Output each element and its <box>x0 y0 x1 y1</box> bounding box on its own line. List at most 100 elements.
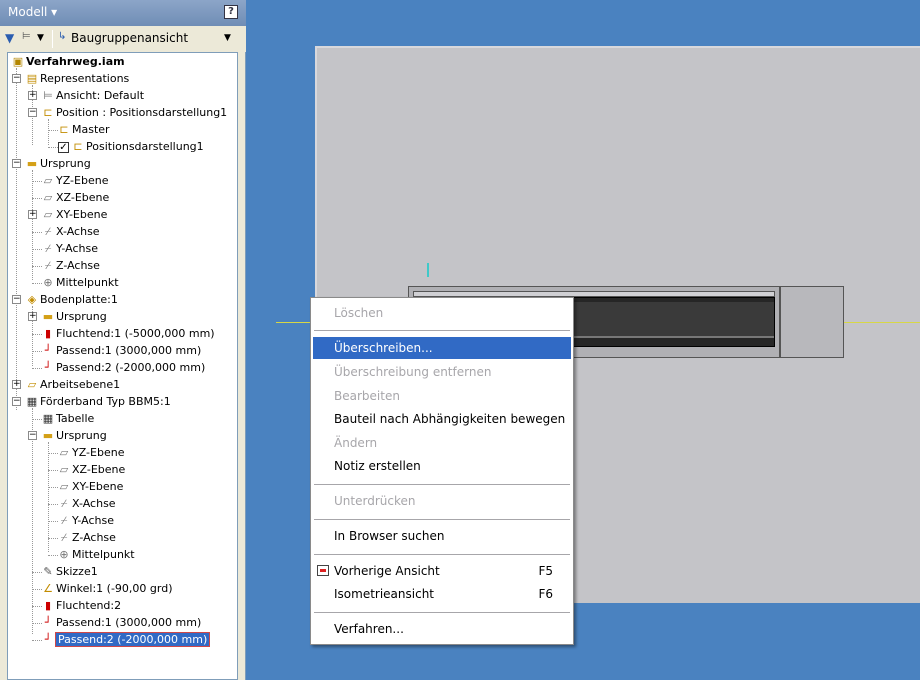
tree-item-ursprung[interactable]: ▬ Ursprung <box>40 427 107 444</box>
menu-item-notiz-erstellen[interactable]: Notiz erstellen <box>313 455 571 477</box>
conveyor-drive-housing[interactable] <box>780 286 844 358</box>
menu-separator <box>314 330 570 331</box>
work-axis-icon: ⌿ <box>60 497 68 510</box>
tree-item-tabelle[interactable]: ▦ Tabelle <box>40 410 94 427</box>
shortcut-label: F5 <box>538 564 553 578</box>
tree-item-fluchtend[interactable]: ▮ Fluchtend:1 (-5000,000 mm) <box>40 325 215 342</box>
position-rep-icon: ⊏ <box>73 140 83 153</box>
tree-line <box>32 170 33 280</box>
tree-item-passend[interactable]: ┘ Passend:1 (3000,000 mm) <box>40 614 202 631</box>
expand-toggle[interactable]: + <box>28 91 37 100</box>
tree-item-skizze1[interactable]: ✎ Skizze1 <box>40 563 97 580</box>
menu-item-bauteil-bewegen[interactable]: Bauteil nach Abhängigkeiten bewegen <box>313 408 571 430</box>
work-point-icon: ⊕ <box>43 276 53 289</box>
menu-item-aendern[interactable]: Ändern <box>313 432 571 454</box>
tree-item-ursprung[interactable]: ▬ Ursprung <box>24 155 91 172</box>
previous-view-icon <box>317 565 329 576</box>
tree-item-y-achse[interactable]: ⌿ Y-Achse <box>56 512 114 529</box>
menu-item-vorherige-ansicht[interactable]: Vorherige Ansicht F5 <box>313 560 571 582</box>
menu-item-ueberschreibung-entfernen[interactable]: Überschreibung entfernen <box>313 361 571 383</box>
menu-item-ueberschreiben[interactable]: Überschreiben... <box>313 337 571 359</box>
tree-line <box>32 408 33 634</box>
tree-item-mittelpunkt[interactable]: ⊕ Mittelpunkt <box>56 546 134 563</box>
work-plane-icon: ▱ <box>59 463 69 476</box>
work-plane-icon: ▱ <box>59 480 69 493</box>
collapse-toggle[interactable]: − <box>12 159 21 168</box>
browser-toolbar: ▼ ⊨ ▼ ↳ Baugruppenansicht ▼ <box>0 26 246 52</box>
panel-title[interactable]: Modell ▾ <box>8 5 57 19</box>
tree-item-bodenplatte[interactable]: ◈ Bodenplatte:1 <box>24 291 118 308</box>
table-icon: ▦ <box>42 412 54 425</box>
folder-icon: ▬ <box>42 429 54 442</box>
tree-item-ansicht[interactable]: ⊨ Ansicht: Default <box>40 87 144 104</box>
work-plane-icon: ▱ <box>59 446 69 459</box>
tree-item-yz-ebene[interactable]: ▱ YZ-Ebene <box>40 172 109 189</box>
flush-constraint-icon: ▮ <box>44 327 52 340</box>
menu-separator <box>314 484 570 485</box>
help-icon[interactable]: ? <box>224 5 238 19</box>
collapse-toggle[interactable]: − <box>12 397 21 406</box>
view-dropdown[interactable]: Baugruppenansicht <box>71 31 188 45</box>
expand-toggle[interactable]: + <box>28 210 37 219</box>
view-dropdown-arrow-icon[interactable]: ▼ <box>224 33 231 43</box>
menu-item-bearbeiten[interactable]: Bearbeiten <box>313 385 571 407</box>
menu-separator <box>314 554 570 555</box>
tree-item-xz-ebene[interactable]: ▱ XZ-Ebene <box>56 461 126 478</box>
x-axis-line <box>276 322 310 323</box>
position-rep-icon: ⊏ <box>43 106 53 119</box>
tree-display-icon[interactable]: ⊨ <box>22 31 31 42</box>
tree-item-winkel[interactable]: ∠ Winkel:1 (-90,00 grd) <box>40 580 172 597</box>
mate-constraint-icon: ┘ <box>44 616 52 629</box>
collapse-toggle[interactable]: − <box>28 431 37 440</box>
work-axis-icon: ⌿ <box>60 531 68 544</box>
tree-item-z-achse[interactable]: ⌿ Z-Achse <box>56 529 116 546</box>
context-menu[interactable]: Löschen Überschreiben... Überschreibung … <box>310 297 574 645</box>
funnel-icon[interactable]: ▼ <box>5 31 14 45</box>
tree-item-y-achse[interactable]: ⌿ Y-Achse <box>40 240 98 257</box>
tree-item-passend[interactable]: ┘ Passend:2 (-2000,000 mm) <box>40 359 206 376</box>
collapse-toggle[interactable]: − <box>12 74 21 83</box>
mate-constraint-icon: ┘ <box>44 344 52 357</box>
tree-item-representations[interactable]: ▤ Representations <box>24 70 129 87</box>
tree-item-master[interactable]: ⊏ Master <box>56 121 109 138</box>
tree-root[interactable]: ▣ Verfahrweg.iam <box>10 53 125 70</box>
tree-item-passend[interactable]: ┘ Passend:1 (3000,000 mm) <box>40 342 202 359</box>
tree-item-foerderband[interactable]: ▦ Förderband Typ BBM5:1 <box>24 393 171 410</box>
expand-toggle[interactable]: + <box>28 312 37 321</box>
menu-item-in-browser-suchen[interactable]: In Browser suchen <box>313 525 571 547</box>
chevron-down-icon[interactable]: ▼ <box>37 33 44 43</box>
tree-item-xz-ebene[interactable]: ▱ XZ-Ebene <box>40 189 110 206</box>
work-axis-icon: ⌿ <box>60 514 68 527</box>
menu-item-verfahren[interactable]: Verfahren... <box>313 618 571 640</box>
menu-item-isometrieansicht[interactable]: Isometrieansicht F6 <box>313 583 571 605</box>
flush-constraint-icon: ▮ <box>44 599 52 612</box>
tree-line <box>48 442 49 552</box>
work-axis-icon: ⌿ <box>44 259 52 272</box>
tree-item-passend-selected[interactable]: ┘ Passend:2 (-2000,000 mm) <box>40 631 211 648</box>
tree-item-z-achse[interactable]: ⌿ Z-Achse <box>40 257 100 274</box>
mate-constraint-icon: ┘ <box>44 361 52 374</box>
collapse-toggle[interactable]: − <box>28 108 37 117</box>
tree-item-xy-ebene[interactable]: ▱ XY-Ebene <box>56 478 124 495</box>
tree-item-positionsdarstellung1[interactable]: ✓ ⊏ Positionsdarstellung1 <box>58 138 204 155</box>
menu-item-unterdruecken[interactable]: Unterdrücken <box>313 490 571 512</box>
toolbar-divider <box>52 30 53 48</box>
tree-item-mittelpunkt[interactable]: ⊕ Mittelpunkt <box>40 274 118 291</box>
menu-item-loeschen[interactable]: Löschen <box>313 302 571 324</box>
panel-title-bar[interactable]: Modell ▾ ? <box>0 0 246 26</box>
tree-item-fluchtend[interactable]: ▮ Fluchtend:2 <box>40 597 121 614</box>
tree-item-yz-ebene[interactable]: ▱ YZ-Ebene <box>56 444 125 461</box>
menu-separator <box>314 612 570 613</box>
work-axis-icon: ⌿ <box>44 242 52 255</box>
expand-toggle[interactable]: + <box>12 380 21 389</box>
collapse-toggle[interactable]: − <box>12 295 21 304</box>
tree-item-position[interactable]: ⊏ Position : Positionsdarstellung1 <box>40 104 227 121</box>
tree-item-ursprung[interactable]: ▬ Ursprung <box>40 308 107 325</box>
check-icon[interactable]: ✓ <box>58 141 69 153</box>
tree-item-x-achse[interactable]: ⌿ X-Achse <box>56 495 116 512</box>
model-tree[interactable]: ▣ Verfahrweg.iam − ▤ Representations + ⊨ An… <box>7 52 238 680</box>
tree-line <box>48 119 49 145</box>
tree-item-xy-ebene[interactable]: ▱ XY-Ebene <box>40 206 108 223</box>
tree-item-x-achse[interactable]: ⌿ X-Achse <box>40 223 100 240</box>
tree-item-arbeitsebene1[interactable]: ▱ Arbeitsebene1 <box>24 376 120 393</box>
